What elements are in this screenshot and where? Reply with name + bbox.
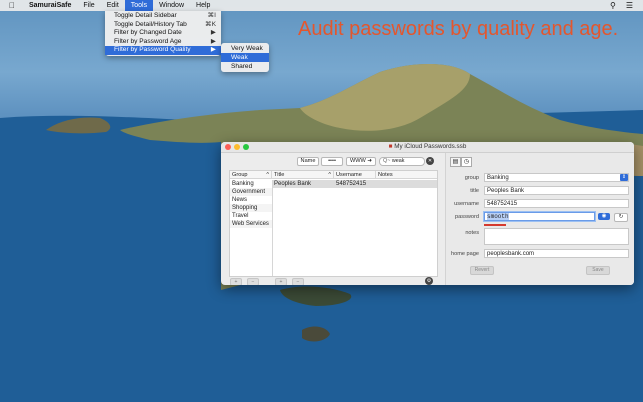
search-icon: Q~ [383, 158, 391, 164]
generate-password-icon[interactable]: ↻ [614, 213, 628, 222]
tools-menu: Toggle Detail Sidebar ⌘I Toggle Detail/H… [105, 11, 221, 56]
group-item-banking[interactable]: Banking [230, 180, 272, 188]
menu-item-toggle-detail-sidebar[interactable]: Toggle Detail Sidebar ⌘I [105, 12, 221, 21]
notes-field[interactable] [484, 228, 629, 245]
password-strength-bar [484, 224, 506, 226]
menu-item-label: Filter by Password Quality [114, 46, 191, 54]
group-item-news[interactable]: News [230, 196, 272, 204]
sort-icon: ^ [328, 172, 331, 178]
menu-item-filter-password-quality[interactable]: Filter by Password Quality ▶ [105, 46, 221, 55]
menu-help[interactable]: Help [190, 0, 216, 11]
apple-icon[interactable]:  [0, 0, 23, 11]
search-value: weak [391, 158, 405, 164]
group-select[interactable]: Banking ⇕ [484, 173, 629, 182]
window-title-text: My iCloud Passwords.ssb [394, 143, 467, 150]
show-password-icon[interactable]: ◉ [598, 213, 610, 220]
document-icon: ■ [388, 143, 393, 150]
password-quality-submenu: Very Weak Weak Shared [221, 43, 269, 72]
password-value: smooth [487, 213, 509, 220]
search-icon[interactable]: ⚲ [610, 1, 616, 10]
menu-file[interactable]: File [77, 0, 100, 11]
column-header-username[interactable]: Username [334, 171, 376, 179]
menu-item-filter-password-age[interactable]: Filter by Password Age ▶ [105, 38, 221, 47]
menu-item-filter-changed-date[interactable]: Filter by Changed Date ▶ [105, 29, 221, 38]
header-label: Group [232, 172, 248, 178]
home-page-label: home page [451, 251, 479, 257]
submenu-item-very-weak[interactable]: Very Weak [221, 44, 269, 53]
password-label: password [455, 214, 479, 220]
username-label: username [454, 201, 479, 207]
promo-caption: Audit passwords by quality and age. [298, 18, 619, 40]
window-title: ■ My iCloud Passwords.ssb [221, 143, 634, 150]
save-button[interactable]: Save [586, 266, 610, 275]
title-field[interactable]: Peoples Bank [484, 186, 629, 195]
row-title: Peoples Bank [274, 181, 312, 187]
remove-entry-button[interactable]: − [292, 278, 304, 285]
chevron-updown-icon: ⇕ [620, 174, 628, 181]
menu-app-name[interactable]: SamuraiSafe [23, 0, 77, 11]
list-icon[interactable]: ☰ [626, 1, 633, 10]
password-field[interactable]: smooth [484, 212, 595, 221]
group-item-web-services[interactable]: Web Services [230, 220, 272, 228]
menu-tools[interactable]: Tools [124, 0, 154, 11]
column-header-title[interactable]: Title ^ [272, 171, 334, 179]
www-button[interactable]: WWW ➜ [346, 157, 376, 166]
submenu-arrow-icon: ▶ [210, 37, 216, 45]
group-item-shopping[interactable]: Shopping [230, 204, 272, 212]
history-tab-icon[interactable]: ◷ [461, 157, 472, 167]
header-label: Title [274, 172, 285, 178]
group-label: group [464, 175, 479, 181]
menu-item-label: Filter by Changed Date [114, 29, 182, 37]
submenu-arrow-icon: ▶ [210, 46, 216, 54]
title-label: title [470, 188, 479, 194]
password-table: Group ^ Title ^ Username Notes Banking G… [229, 170, 438, 277]
www-label: WWW [349, 158, 366, 164]
password-button[interactable]: •••• [321, 157, 343, 166]
remove-group-button[interactable]: − [247, 278, 259, 285]
group-list: Banking Government News Shopping Travel … [230, 180, 273, 276]
app-window: ■ My iCloud Passwords.ssb Name •••• WWW … [221, 142, 634, 285]
revert-button[interactable]: Revert [470, 266, 494, 275]
add-group-button[interactable]: + [230, 278, 242, 285]
clear-search-icon[interactable]: ✕ [426, 157, 434, 165]
submenu-item-shared[interactable]: Shared [221, 62, 269, 71]
column-header-notes[interactable]: Notes [376, 171, 437, 179]
submenu-arrow-icon: ▶ [210, 29, 216, 37]
menu-item-label: Toggle Detail Sidebar [114, 12, 177, 19]
menu-item-label: Toggle Detail/History Tab [114, 20, 187, 28]
sort-icon: ^ [266, 172, 269, 178]
group-item-travel[interactable]: Travel [230, 212, 272, 220]
group-value: Banking [487, 175, 509, 181]
menu-bar:  SamuraiSafe File Edit Tools Window Hel… [0, 0, 643, 11]
detail-tab-icon[interactable]: ▤ [450, 157, 461, 167]
menu-item-shortcut: ⌘I [207, 12, 216, 19]
list-pane: Name •••• WWW ➜ Q~ weak ✕ Group ^ Title … [221, 153, 445, 285]
menu-item-toggle-detail-history[interactable]: Toggle Detail/History Tab ⌘K [105, 21, 221, 30]
menu-item-shortcut: ⌘K [205, 20, 216, 28]
home-page-field[interactable]: peoplesbank.com [484, 249, 629, 258]
table-row[interactable]: Peoples Bank 548752415 [273, 180, 437, 188]
detail-pane: ▤ ◷ group Banking ⇕ title Peoples Bank u… [445, 153, 634, 285]
submenu-item-weak[interactable]: Weak [221, 53, 269, 62]
add-entry-button[interactable]: + [275, 278, 287, 285]
window-titlebar[interactable]: ■ My iCloud Passwords.ssb [221, 142, 634, 153]
group-item-government[interactable]: Government [230, 188, 272, 196]
row-username: 548752415 [336, 181, 367, 187]
settings-icon[interactable]: ⚙ [425, 277, 433, 285]
menu-window[interactable]: Window [153, 0, 190, 11]
arrow-icon: ➜ [367, 158, 373, 164]
menu-item-label: Filter by Password Age [114, 37, 182, 45]
menu-edit[interactable]: Edit [101, 0, 125, 11]
column-header-group[interactable]: Group ^ [230, 171, 272, 179]
search-field[interactable]: Q~ weak [379, 157, 425, 166]
username-field[interactable]: 548752415 [484, 199, 629, 208]
notes-label: notes [465, 230, 479, 236]
name-button[interactable]: Name [297, 157, 319, 166]
